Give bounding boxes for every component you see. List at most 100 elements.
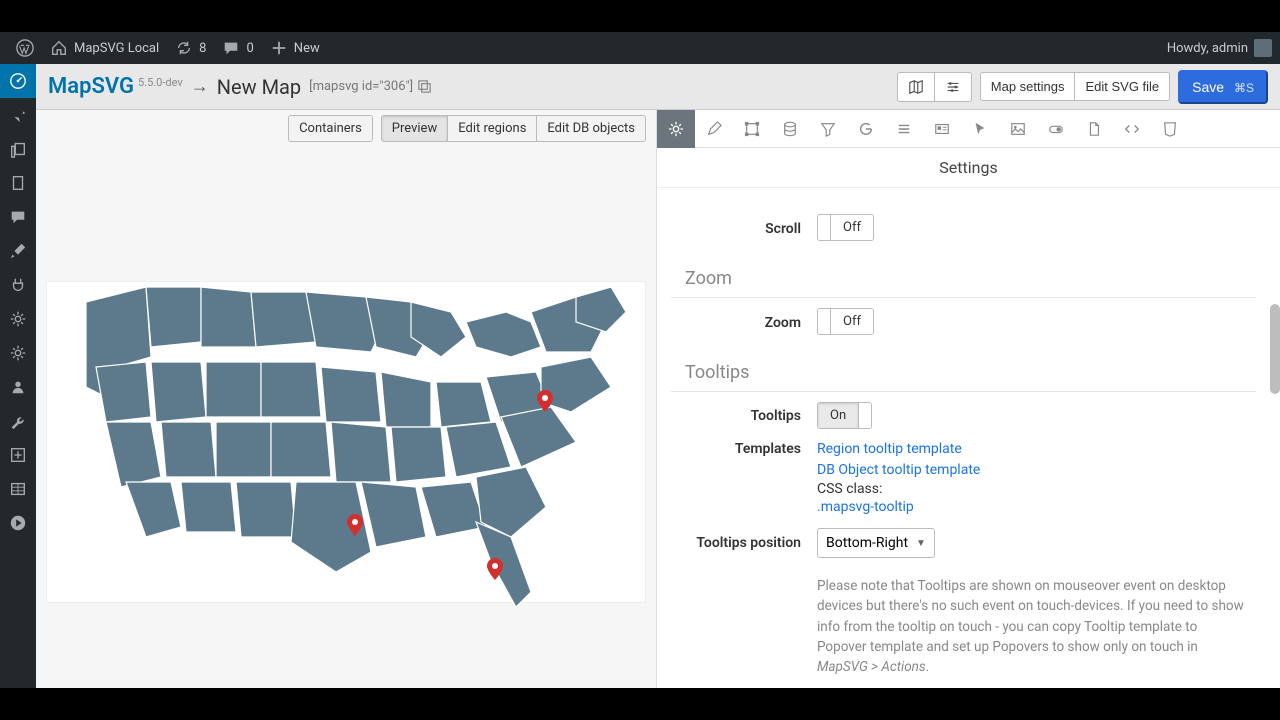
- version: 5.5.0-dev: [138, 76, 183, 89]
- new-label: New: [294, 41, 320, 56]
- comment-icon: [222, 39, 240, 57]
- new-link[interactable]: New: [262, 32, 328, 64]
- tooltips-label: Tooltips: [657, 408, 817, 424]
- breadcrumb-arrow: →: [191, 76, 209, 97]
- gear-icon: [9, 310, 27, 328]
- gauge-icon: [9, 72, 27, 90]
- map-icon: [908, 79, 924, 95]
- chevron-down-icon: ▼: [916, 538, 926, 549]
- map-marker[interactable]: [487, 558, 503, 580]
- table-icon: [9, 480, 27, 498]
- save-shortcut: ⌘S: [1234, 81, 1254, 95]
- media-icon: [9, 140, 27, 158]
- copy-shortcode-button[interactable]: [417, 79, 433, 95]
- account-menu[interactable]: Howdy, admin: [1167, 39, 1272, 57]
- sidebar-item-play[interactable]: [0, 506, 36, 540]
- map-marker[interactable]: [347, 514, 363, 536]
- edit-svg-button[interactable]: Edit SVG file: [1074, 72, 1170, 101]
- image-icon: [1010, 121, 1026, 137]
- tool-toggle[interactable]: [1037, 110, 1075, 148]
- sidebar-item-tools[interactable]: [0, 404, 36, 438]
- wp-logo[interactable]: [8, 32, 42, 64]
- css-class-link[interactable]: .mapsvg-tooltip: [817, 497, 1256, 518]
- tool-colors[interactable]: [695, 110, 733, 148]
- bounds-icon: [744, 121, 760, 137]
- map-settings-button[interactable]: Map settings: [980, 72, 1076, 101]
- tool-filters[interactable]: [809, 110, 847, 148]
- site-name: MapSVG Local: [74, 41, 159, 56]
- tool-settings[interactable]: [657, 110, 695, 148]
- right-pane: Settings Scroll Off Zoom Zoom: [656, 110, 1280, 688]
- tool-database[interactable]: [771, 110, 809, 148]
- database-icon: [782, 121, 798, 137]
- region-tooltip-link[interactable]: Region tooltip template: [817, 439, 1256, 460]
- google-icon: [858, 121, 874, 137]
- tool-actions[interactable]: [961, 110, 999, 148]
- updates-link[interactable]: 8: [167, 32, 214, 64]
- sidebar-item-dashboard[interactable]: [0, 64, 36, 98]
- zoom-toggle[interactable]: Off: [817, 308, 874, 335]
- sidebar-item-posts[interactable]: [0, 98, 36, 132]
- copy-icon: [417, 79, 432, 94]
- tool-directory[interactable]: [885, 110, 923, 148]
- pencil-icon: [706, 121, 722, 137]
- site-link[interactable]: MapSVG Local: [42, 32, 167, 64]
- map-view-button[interactable]: [897, 72, 935, 102]
- tooltips-toggle[interactable]: On: [817, 402, 872, 429]
- sidebar-item-plugins[interactable]: [0, 268, 36, 302]
- position-select[interactable]: Bottom-Right ▼: [817, 528, 935, 558]
- wp-sidebar: [0, 64, 36, 688]
- wrench-icon: [9, 412, 27, 430]
- scroll-toggle[interactable]: Off: [817, 214, 874, 241]
- plug-icon: [9, 276, 27, 294]
- position-value: Bottom-Right: [826, 535, 908, 551]
- user-icon: [9, 378, 27, 396]
- sidebar-item-comments[interactable]: [0, 200, 36, 234]
- comments-link[interactable]: 0: [214, 32, 261, 64]
- sidebar-item-media[interactable]: [0, 132, 36, 166]
- tool-google[interactable]: [847, 110, 885, 148]
- tooltips-section: Tooltips: [671, 350, 1256, 392]
- tool-gallery[interactable]: [999, 110, 1037, 148]
- sidebar-item-pages[interactable]: [0, 166, 36, 200]
- panel-title: Settings: [657, 148, 1280, 188]
- brand[interactable]: MapSVG: [48, 74, 134, 99]
- sliders-icon: [945, 79, 961, 95]
- sliders-view-button[interactable]: [934, 72, 972, 102]
- tool-regions[interactable]: [733, 110, 771, 148]
- scrollbar-thumb[interactable]: [1270, 304, 1280, 394]
- shortcode: [mapsvg id="306"]: [309, 79, 413, 94]
- tool-templates[interactable]: [1075, 110, 1113, 148]
- scroll-label: Scroll: [657, 221, 817, 237]
- css-prefix: CSS class:: [817, 481, 882, 497]
- tab-edit-regions[interactable]: Edit regions: [447, 115, 537, 142]
- left-tabs: Containers Preview Edit regions Edit DB …: [36, 110, 656, 146]
- refresh-icon: [175, 39, 193, 57]
- db-tooltip-link[interactable]: DB Object tooltip template: [817, 460, 1256, 481]
- save-label: Save: [1192, 79, 1224, 95]
- map-name[interactable]: New Map: [217, 75, 301, 99]
- save-button[interactable]: Save ⌘S: [1178, 70, 1268, 104]
- sidebar-item-appearance[interactable]: [0, 234, 36, 268]
- updates-count: 8: [199, 41, 206, 56]
- tab-preview[interactable]: Preview: [381, 115, 448, 142]
- tool-details[interactable]: [923, 110, 961, 148]
- howdy-text: Howdy, admin: [1167, 41, 1248, 56]
- tool-js[interactable]: [1113, 110, 1151, 148]
- filter-icon: [820, 121, 836, 137]
- tab-containers[interactable]: Containers: [288, 115, 373, 142]
- sidebar-item-table[interactable]: [0, 472, 36, 506]
- map-marker[interactable]: [537, 390, 553, 412]
- map-svg: [66, 272, 626, 612]
- left-pane: Containers Preview Edit regions Edit DB …: [36, 110, 656, 688]
- tool-css[interactable]: [1151, 110, 1189, 148]
- scroll-value: Off: [831, 215, 873, 240]
- sidebar-item-users[interactable]: [0, 370, 36, 404]
- sidebar-item-settings2[interactable]: [0, 336, 36, 370]
- tab-edit-db[interactable]: Edit DB objects: [536, 115, 646, 142]
- wordpress-icon: [16, 39, 34, 57]
- view-toggle: [897, 72, 972, 102]
- sidebar-item-settings[interactable]: [0, 302, 36, 336]
- map-preview[interactable]: [46, 281, 646, 603]
- sidebar-item-import[interactable]: [0, 438, 36, 472]
